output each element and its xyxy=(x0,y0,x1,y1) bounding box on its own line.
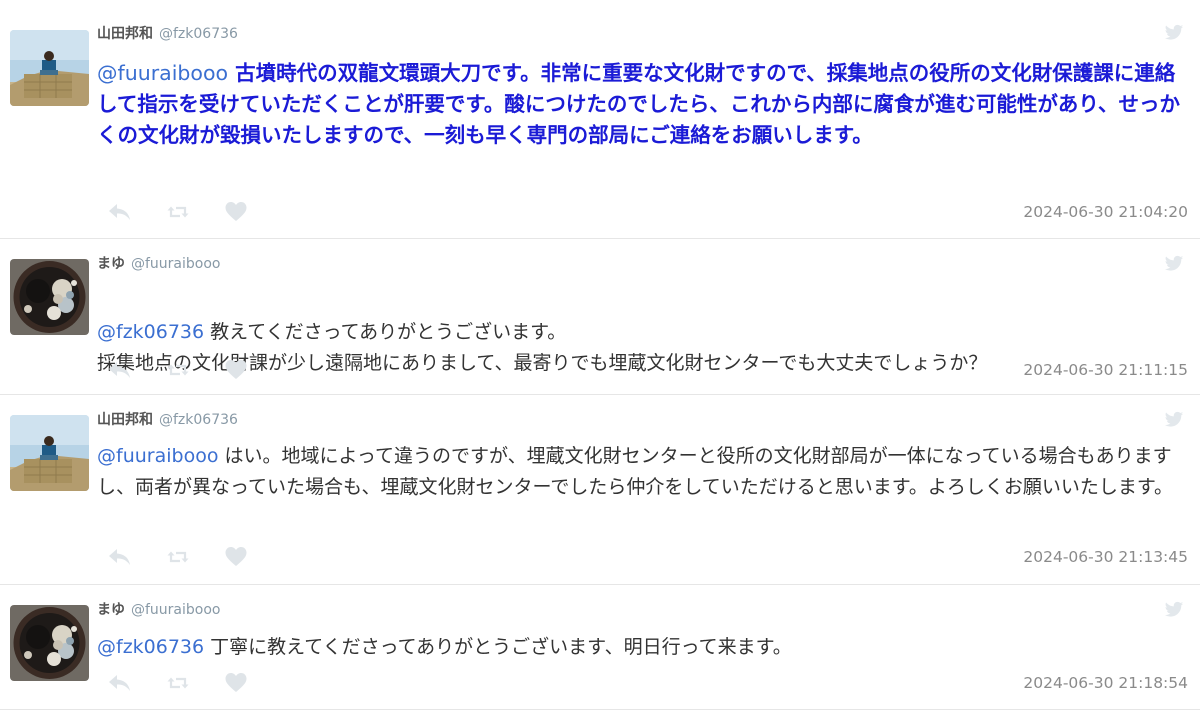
tweet-author: まゆ @fuuraibooo xyxy=(97,255,220,273)
author-name[interactable]: まゆ xyxy=(97,602,125,618)
mention-link[interactable]: @fzk06736 xyxy=(97,636,204,658)
pyramid-avatar-icon xyxy=(10,415,89,491)
author-name[interactable]: 山田邦和 xyxy=(97,26,153,42)
author-name[interactable]: 山田邦和 xyxy=(97,412,153,428)
retweet-icon[interactable] xyxy=(166,547,190,567)
reply-icon[interactable] xyxy=(108,202,132,222)
author-handle[interactable]: @fzk06736 xyxy=(159,412,238,428)
twitter-bird-icon[interactable] xyxy=(1164,601,1184,619)
mirror-avatar-icon xyxy=(10,259,89,335)
tweet-item: 山田邦和 @fzk06736 @fuuraibooo 古墳時代の双龍文環頭大刀です… xyxy=(0,0,1200,239)
author-handle[interactable]: @fuuraibooo xyxy=(131,256,220,272)
reply-icon[interactable] xyxy=(108,547,132,567)
tweet-thread: 山田邦和 @fzk06736 @fuuraibooo 古墳時代の双龍文環頭大刀です… xyxy=(0,0,1200,710)
twitter-bird-icon[interactable] xyxy=(1164,24,1184,42)
avatar[interactable] xyxy=(10,605,89,681)
tweet-body: はい。地域によって違うのですが、埋蔵文化財センターと役所の文化財部局が一体になっ… xyxy=(97,445,1173,498)
timestamp[interactable]: 2024-06-30 21:11:15 xyxy=(1023,361,1188,379)
tweet-actions xyxy=(108,359,248,380)
tweet-item: 山田邦和 @fzk06736 @fuuraibooo はい。地域によって違うのです… xyxy=(0,395,1200,585)
tweet-body: 古墳時代の双龍文環頭大刀です。非常に重要な文化財ですので、採集地点の役所の文化財… xyxy=(97,61,1181,147)
mention-link[interactable]: @fzk06736 xyxy=(97,321,204,343)
avatar[interactable] xyxy=(10,30,89,106)
timestamp[interactable]: 2024-06-30 21:13:45 xyxy=(1023,548,1188,566)
mirror-avatar-icon xyxy=(10,605,89,681)
retweet-icon[interactable] xyxy=(166,673,190,693)
mention-link[interactable]: @fuuraibooo xyxy=(97,61,228,85)
timestamp[interactable]: 2024-06-30 21:04:20 xyxy=(1023,203,1188,221)
heart-icon[interactable] xyxy=(224,201,248,222)
retweet-icon[interactable] xyxy=(166,360,190,380)
tweet-actions xyxy=(108,672,248,693)
tweet-body: 丁寧に教えてくださってありがとうございます、明日行って来ます。 xyxy=(204,636,792,658)
twitter-bird-icon[interactable] xyxy=(1164,255,1184,273)
heart-icon[interactable] xyxy=(224,672,248,693)
tweet-author: 山田邦和 @fzk06736 xyxy=(97,25,238,43)
author-handle[interactable]: @fzk06736 xyxy=(159,26,238,42)
tweet-actions xyxy=(108,546,248,567)
heart-icon[interactable] xyxy=(224,359,248,380)
tweet-text: @fuuraibooo はい。地域によって違うのですが、埋蔵文化財センターと役所… xyxy=(97,441,1190,503)
reply-icon[interactable] xyxy=(108,360,132,380)
author-name[interactable]: まゆ xyxy=(97,256,125,272)
heart-icon[interactable] xyxy=(224,546,248,567)
reply-icon[interactable] xyxy=(108,673,132,693)
retweet-icon[interactable] xyxy=(166,202,190,222)
pyramid-avatar-icon xyxy=(10,30,89,106)
tweet-author: まゆ @fuuraibooo xyxy=(97,601,220,619)
tweet-author: 山田邦和 @fzk06736 xyxy=(97,411,238,429)
tweet-actions xyxy=(108,201,248,222)
twitter-bird-icon[interactable] xyxy=(1164,411,1184,429)
mention-link[interactable]: @fuuraibooo xyxy=(97,445,218,467)
tweet-text: @fzk06736 丁寧に教えてくださってありがとうございます、明日行って来ます… xyxy=(97,632,1190,663)
timestamp[interactable]: 2024-06-30 21:18:54 xyxy=(1023,674,1188,692)
tweet-item: まゆ @fuuraibooo @fzk06736 教えてくださってありがとうござい… xyxy=(0,239,1200,395)
tweet-item: まゆ @fuuraibooo @fzk06736 丁寧に教えてくださってありがとう… xyxy=(0,585,1200,710)
avatar[interactable] xyxy=(10,259,89,335)
avatar[interactable] xyxy=(10,415,89,491)
author-handle[interactable]: @fuuraibooo xyxy=(131,602,220,618)
tweet-text: @fuuraibooo 古墳時代の双龍文環頭大刀です。非常に重要な文化財ですので… xyxy=(97,58,1190,151)
